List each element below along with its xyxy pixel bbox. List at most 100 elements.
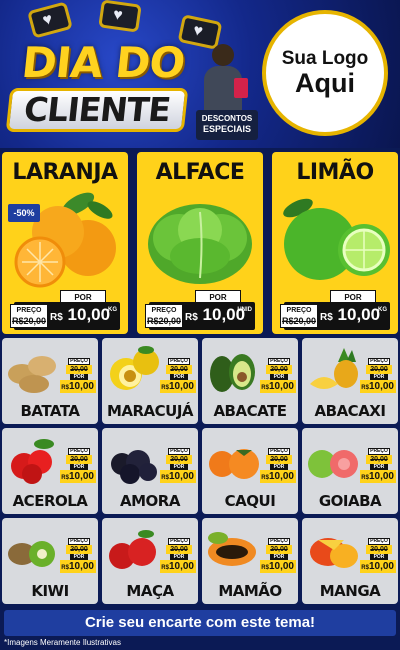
price-tag: PREÇO 20,00 POR R$10,00 xyxy=(360,448,396,486)
logo-line2: Aqui xyxy=(295,68,355,98)
new-price: R$10,00 xyxy=(60,380,96,393)
apple-icon xyxy=(109,530,156,569)
old-price: 20,00 xyxy=(66,545,92,554)
new-price: R$10,00 xyxy=(260,380,296,393)
potato-icon xyxy=(8,356,56,393)
product-name: BATATA xyxy=(20,402,80,420)
persimmon-icon xyxy=(209,449,259,479)
price-tag: PREÇO 20,00 POR R$10,00 xyxy=(160,358,196,396)
price-tag: PREÇO 20,00 POR R$10,00 xyxy=(160,448,196,486)
preco-label: PREÇO xyxy=(268,448,290,455)
header-banner: DIA DO CLIENTE DESCONTOS ESPECIAIS Sua L… xyxy=(0,0,400,148)
por-label: POR xyxy=(195,290,241,303)
product-name: ABACATE xyxy=(213,402,287,420)
price-tag: PREÇO 20,00 POR R$10,00 xyxy=(360,358,396,396)
product-card-mamão: PREÇO 20,00 POR R$10,00 MAMÃO xyxy=(202,518,298,604)
guava-icon xyxy=(308,450,358,478)
preco-label: PREÇO xyxy=(168,448,190,455)
price-tag: PREÇO 20,00 POR R$10,00 xyxy=(260,538,296,576)
old-price: 20,00 xyxy=(366,455,392,464)
preco-label: PREÇO xyxy=(368,358,390,365)
preco-label: PREÇO xyxy=(68,538,90,545)
old-price: PREÇO R$20,00 xyxy=(145,304,183,328)
unit-label: KG xyxy=(378,307,387,313)
product-card-abacate: PREÇO 20,00 POR R$10,00 ABACATE xyxy=(202,338,298,424)
product-name: CAQUI xyxy=(224,492,276,510)
new-price: R$10,00 xyxy=(160,380,196,393)
old-price: 20,00 xyxy=(166,455,192,464)
blackberry-icon xyxy=(111,450,157,484)
preco-label: PREÇO xyxy=(268,358,290,365)
old-price: 20,00 xyxy=(366,365,392,374)
new-price: R$10,00 xyxy=(260,470,296,483)
product-name: MAMÃO xyxy=(218,582,282,600)
old-price: 20,00 xyxy=(266,545,292,554)
price-tag: PREÇO 20,00 POR R$10,00 xyxy=(360,538,396,576)
product-card-abacaxi: PREÇO 20,00 POR R$10,00 ABACAXI xyxy=(302,338,398,424)
new-price: R$10,00 xyxy=(360,380,396,393)
title-line2: CLIENTE xyxy=(5,88,189,132)
price-tag: PREÇO 20,00 POR R$10,00 xyxy=(260,448,296,486)
old-price: 20,00 xyxy=(166,365,192,374)
featured-card-alface: ALFACE POR PREÇO R$20,00 R$ 10,00 UNID xyxy=(137,152,263,334)
new-price: R$10,00 xyxy=(60,470,96,483)
new-price: R$10,00 xyxy=(260,560,296,573)
flyer-page: DIA DO CLIENTE DESCONTOS ESPECIAIS Sua L… xyxy=(0,0,400,650)
product-name: LARANJA xyxy=(12,160,118,185)
promo-line2: ESPECIAIS xyxy=(202,124,251,134)
product-name: ACEROLA xyxy=(12,492,88,510)
new-price: R$10,00 xyxy=(60,560,96,573)
cta-banner[interactable]: Crie seu encarte com este tema! xyxy=(4,610,396,636)
product-name: MAÇA xyxy=(126,582,174,600)
price-tag: POR PREÇO R$20,00 R$ 10,00 UNID xyxy=(145,290,255,330)
featured-card-limao: LIMÃO POR PREÇO R$20,00 R$ 10,00 KG xyxy=(272,152,398,334)
featured-card-laranja: LARANJA -50% POR PREÇO R$20,00 R$ 10,00 K… xyxy=(2,152,128,334)
unit-label: KG xyxy=(108,307,117,313)
product-card-maça: PREÇO 20,00 POR R$10,00 MAÇA xyxy=(102,518,198,604)
heart-badge-icon xyxy=(98,0,142,33)
old-price: 20,00 xyxy=(266,365,292,374)
mango-icon xyxy=(310,538,358,568)
kiwi-icon xyxy=(8,541,55,567)
acerola-icon xyxy=(11,439,54,484)
avocado-icon xyxy=(210,354,255,392)
lettuce-icon xyxy=(148,204,252,284)
price-tag: POR PREÇO R$20,00 R$ 10,00 KG xyxy=(280,290,390,330)
product-card-manga: PREÇO 20,00 POR R$10,00 MANGA xyxy=(302,518,398,604)
logo-placeholder: Sua Logo Aqui xyxy=(262,10,388,136)
por-label: POR xyxy=(330,290,376,303)
product-name: LIMÃO xyxy=(296,160,374,185)
preco-label: PREÇO xyxy=(368,448,390,455)
new-price: R$10,00 xyxy=(360,470,396,483)
passionfruit-icon xyxy=(110,346,159,390)
product-name: ABACAXI xyxy=(314,402,386,420)
price-tag: POR PREÇO R$20,00 R$ 10,00 KG xyxy=(10,290,120,330)
logo-line1: Sua Logo xyxy=(281,48,369,69)
unit-label: UNID xyxy=(237,307,252,313)
product-card-maracujá: PREÇO 20,00 POR R$10,00 MARACUJÁ xyxy=(102,338,198,424)
disclaimer-text: *Imagens Meramente Ilustrativas xyxy=(4,638,121,647)
pineapple-icon xyxy=(310,348,358,389)
old-price: 20,00 xyxy=(366,545,392,554)
heart-badge-icon xyxy=(27,1,73,39)
price-tag: PREÇO 20,00 POR R$10,00 xyxy=(60,358,96,396)
por-label: POR xyxy=(60,290,106,303)
preco-label: PREÇO xyxy=(268,538,290,545)
shopper-illustration xyxy=(200,40,248,120)
product-card-amora: PREÇO 20,00 POR R$10,00 AMORA xyxy=(102,428,198,514)
new-price: R$10,00 xyxy=(160,470,196,483)
new-price: R$10,00 xyxy=(160,560,196,573)
old-price: 20,00 xyxy=(266,455,292,464)
product-name: AMORA xyxy=(120,492,180,510)
preco-label: PREÇO xyxy=(168,538,190,545)
new-price: R$ 10,00 xyxy=(320,305,381,324)
preco-label: PREÇO xyxy=(368,538,390,545)
product-card-batata: PREÇO 20,00 POR R$10,00 BATATA xyxy=(2,338,98,424)
papaya-icon xyxy=(208,532,256,566)
price-tag: PREÇO 20,00 POR R$10,00 xyxy=(60,448,96,486)
price-tag: PREÇO 20,00 POR R$10,00 xyxy=(260,358,296,396)
new-price: R$ 10,00 xyxy=(50,305,111,324)
product-name: KIWI xyxy=(31,582,69,600)
old-price: 20,00 xyxy=(66,365,92,374)
discount-badge: -50% xyxy=(8,204,40,222)
